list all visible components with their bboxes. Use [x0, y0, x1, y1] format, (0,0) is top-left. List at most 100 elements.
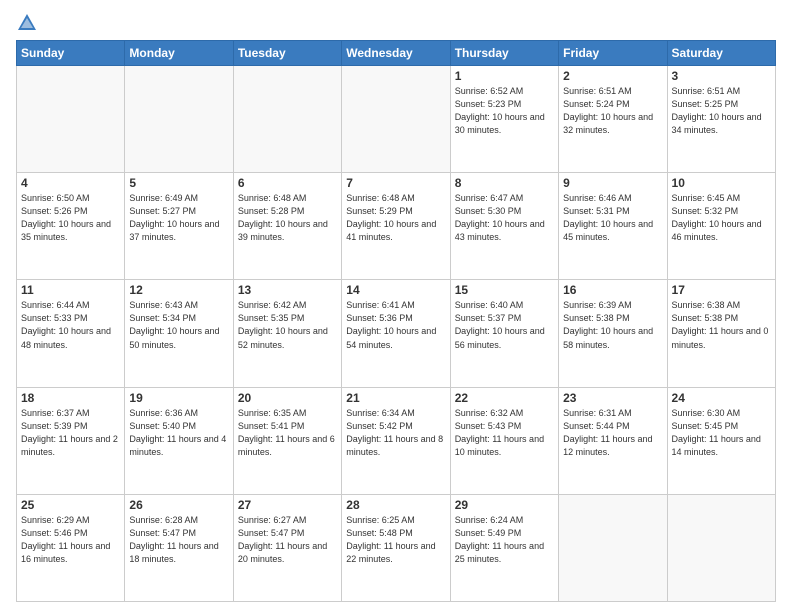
calendar-cell: 1 Sunrise: 6:52 AM Sunset: 5:23 PM Daylig… [450, 66, 558, 173]
day-number: 10 [672, 176, 771, 190]
week-row-0: 1 Sunrise: 6:52 AM Sunset: 5:23 PM Daylig… [17, 66, 776, 173]
day-info: Sunrise: 6:41 AM Sunset: 5:36 PM Dayligh… [346, 299, 445, 351]
day-info: Sunrise: 6:46 AM Sunset: 5:31 PM Dayligh… [563, 192, 662, 244]
calendar-cell: 20 Sunrise: 6:35 AM Sunset: 5:41 PM Dayli… [233, 387, 341, 494]
calendar-cell: 23 Sunrise: 6:31 AM Sunset: 5:44 PM Dayli… [559, 387, 667, 494]
day-info: Sunrise: 6:43 AM Sunset: 5:34 PM Dayligh… [129, 299, 228, 351]
calendar-cell: 17Sunrise: 6:38 AM Sunset: 5:38 PM Dayli… [667, 280, 775, 387]
day-info: Sunrise: 6:51 AM Sunset: 5:24 PM Dayligh… [563, 85, 662, 137]
day-number: 20 [238, 391, 337, 405]
day-number: 15 [455, 283, 554, 297]
day-info: Sunrise: 6:47 AM Sunset: 5:30 PM Dayligh… [455, 192, 554, 244]
logo [16, 12, 42, 34]
calendar-header-saturday: Saturday [667, 41, 775, 66]
day-info: Sunrise: 6:48 AM Sunset: 5:28 PM Dayligh… [238, 192, 337, 244]
week-row-2: 11 Sunrise: 6:44 AM Sunset: 5:33 PM Dayli… [17, 280, 776, 387]
day-number: 11 [21, 283, 120, 297]
calendar-cell: 2 Sunrise: 6:51 AM Sunset: 5:24 PM Daylig… [559, 66, 667, 173]
day-info: Sunrise: 6:50 AM Sunset: 5:26 PM Dayligh… [21, 192, 120, 244]
day-number: 4 [21, 176, 120, 190]
day-number: 12 [129, 283, 228, 297]
day-info: Sunrise: 6:40 AM Sunset: 5:37 PM Dayligh… [455, 299, 554, 351]
calendar-header-sunday: Sunday [17, 41, 125, 66]
calendar-cell: 4 Sunrise: 6:50 AM Sunset: 5:26 PM Daylig… [17, 173, 125, 280]
day-number: 21 [346, 391, 445, 405]
day-number: 3 [672, 69, 771, 83]
calendar-table: SundayMondayTuesdayWednesdayThursdayFrid… [16, 40, 776, 602]
calendar-cell: 25 Sunrise: 6:29 AM Sunset: 5:46 PM Dayli… [17, 494, 125, 601]
calendar-cell: 10 Sunrise: 6:45 AM Sunset: 5:32 PM Dayli… [667, 173, 775, 280]
day-info: Sunrise: 6:34 AM Sunset: 5:42 PM Dayligh… [346, 407, 445, 459]
day-info: Sunrise: 6:27 AM Sunset: 5:47 PM Dayligh… [238, 514, 337, 566]
day-info: Sunrise: 6:24 AM Sunset: 5:49 PM Dayligh… [455, 514, 554, 566]
day-info: Sunrise: 6:42 AM Sunset: 5:35 PM Dayligh… [238, 299, 337, 351]
calendar-header-thursday: Thursday [450, 41, 558, 66]
day-info: Sunrise: 6:29 AM Sunset: 5:46 PM Dayligh… [21, 514, 120, 566]
calendar-cell: 19 Sunrise: 6:36 AM Sunset: 5:40 PM Dayli… [125, 387, 233, 494]
day-info: Sunrise: 6:39 AM Sunset: 5:38 PM Dayligh… [563, 299, 662, 351]
day-number: 8 [455, 176, 554, 190]
day-info: Sunrise: 6:48 AM Sunset: 5:29 PM Dayligh… [346, 192, 445, 244]
day-number: 22 [455, 391, 554, 405]
calendar-cell: 15 Sunrise: 6:40 AM Sunset: 5:37 PM Dayli… [450, 280, 558, 387]
calendar-cell: 11 Sunrise: 6:44 AM Sunset: 5:33 PM Dayli… [17, 280, 125, 387]
calendar-cell: 7 Sunrise: 6:48 AM Sunset: 5:29 PM Daylig… [342, 173, 450, 280]
day-number: 23 [563, 391, 662, 405]
day-number: 16 [563, 283, 662, 297]
calendar-cell: 28 Sunrise: 6:25 AM Sunset: 5:48 PM Dayli… [342, 494, 450, 601]
calendar-cell [17, 66, 125, 173]
calendar-cell: 12 Sunrise: 6:43 AM Sunset: 5:34 PM Dayli… [125, 280, 233, 387]
calendar-cell: 27 Sunrise: 6:27 AM Sunset: 5:47 PM Dayli… [233, 494, 341, 601]
calendar-cell: 5Sunrise: 6:49 AM Sunset: 5:27 PM Daylig… [125, 173, 233, 280]
calendar-cell [233, 66, 341, 173]
calendar-cell [125, 66, 233, 173]
day-info: Sunrise: 6:49 AM Sunset: 5:27 PM Dayligh… [129, 192, 228, 244]
day-info: Sunrise: 6:45 AM Sunset: 5:32 PM Dayligh… [672, 192, 771, 244]
calendar-header-monday: Monday [125, 41, 233, 66]
day-info: Sunrise: 6:36 AM Sunset: 5:40 PM Dayligh… [129, 407, 228, 459]
calendar-cell: 29Sunrise: 6:24 AM Sunset: 5:49 PM Dayli… [450, 494, 558, 601]
day-info: Sunrise: 6:35 AM Sunset: 5:41 PM Dayligh… [238, 407, 337, 459]
calendar-cell: 18Sunrise: 6:37 AM Sunset: 5:39 PM Dayli… [17, 387, 125, 494]
calendar-cell: 22 Sunrise: 6:32 AM Sunset: 5:43 PM Dayli… [450, 387, 558, 494]
calendar-cell: 3 Sunrise: 6:51 AM Sunset: 5:25 PM Daylig… [667, 66, 775, 173]
day-info: Sunrise: 6:31 AM Sunset: 5:44 PM Dayligh… [563, 407, 662, 459]
week-row-1: 4 Sunrise: 6:50 AM Sunset: 5:26 PM Daylig… [17, 173, 776, 280]
week-row-4: 25 Sunrise: 6:29 AM Sunset: 5:46 PM Dayli… [17, 494, 776, 601]
day-info: Sunrise: 6:28 AM Sunset: 5:47 PM Dayligh… [129, 514, 228, 566]
calendar-cell: 14 Sunrise: 6:41 AM Sunset: 5:36 PM Dayli… [342, 280, 450, 387]
day-number: 2 [563, 69, 662, 83]
day-number: 6 [238, 176, 337, 190]
day-info: Sunrise: 6:32 AM Sunset: 5:43 PM Dayligh… [455, 407, 554, 459]
calendar-header-wednesday: Wednesday [342, 41, 450, 66]
calendar-cell [667, 494, 775, 601]
day-number: 27 [238, 498, 337, 512]
calendar-header-row: SundayMondayTuesdayWednesdayThursdayFrid… [17, 41, 776, 66]
day-number: 19 [129, 391, 228, 405]
header [16, 12, 776, 34]
calendar-cell: 24 Sunrise: 6:30 AM Sunset: 5:45 PM Dayli… [667, 387, 775, 494]
day-number: 1 [455, 69, 554, 83]
day-number: 24 [672, 391, 771, 405]
day-info: Sunrise: 6:25 AM Sunset: 5:48 PM Dayligh… [346, 514, 445, 566]
day-number: 13 [238, 283, 337, 297]
calendar-cell: 26Sunrise: 6:28 AM Sunset: 5:47 PM Dayli… [125, 494, 233, 601]
day-info: Sunrise: 6:37 AM Sunset: 5:39 PM Dayligh… [21, 407, 120, 459]
day-info: Sunrise: 6:44 AM Sunset: 5:33 PM Dayligh… [21, 299, 120, 351]
logo-icon [16, 12, 38, 34]
calendar-cell: 8 Sunrise: 6:47 AM Sunset: 5:30 PM Daylig… [450, 173, 558, 280]
day-number: 14 [346, 283, 445, 297]
calendar-cell: 16 Sunrise: 6:39 AM Sunset: 5:38 PM Dayli… [559, 280, 667, 387]
calendar-cell: 9 Sunrise: 6:46 AM Sunset: 5:31 PM Daylig… [559, 173, 667, 280]
day-number: 25 [21, 498, 120, 512]
calendar-cell: 21 Sunrise: 6:34 AM Sunset: 5:42 PM Dayli… [342, 387, 450, 494]
day-number: 9 [563, 176, 662, 190]
day-number: 17 [672, 283, 771, 297]
day-info: Sunrise: 6:52 AM Sunset: 5:23 PM Dayligh… [455, 85, 554, 137]
calendar-header-tuesday: Tuesday [233, 41, 341, 66]
day-info: Sunrise: 6:30 AM Sunset: 5:45 PM Dayligh… [672, 407, 771, 459]
day-number: 28 [346, 498, 445, 512]
day-number: 7 [346, 176, 445, 190]
calendar-cell: 13 Sunrise: 6:42 AM Sunset: 5:35 PM Dayli… [233, 280, 341, 387]
day-info: Sunrise: 6:51 AM Sunset: 5:25 PM Dayligh… [672, 85, 771, 137]
